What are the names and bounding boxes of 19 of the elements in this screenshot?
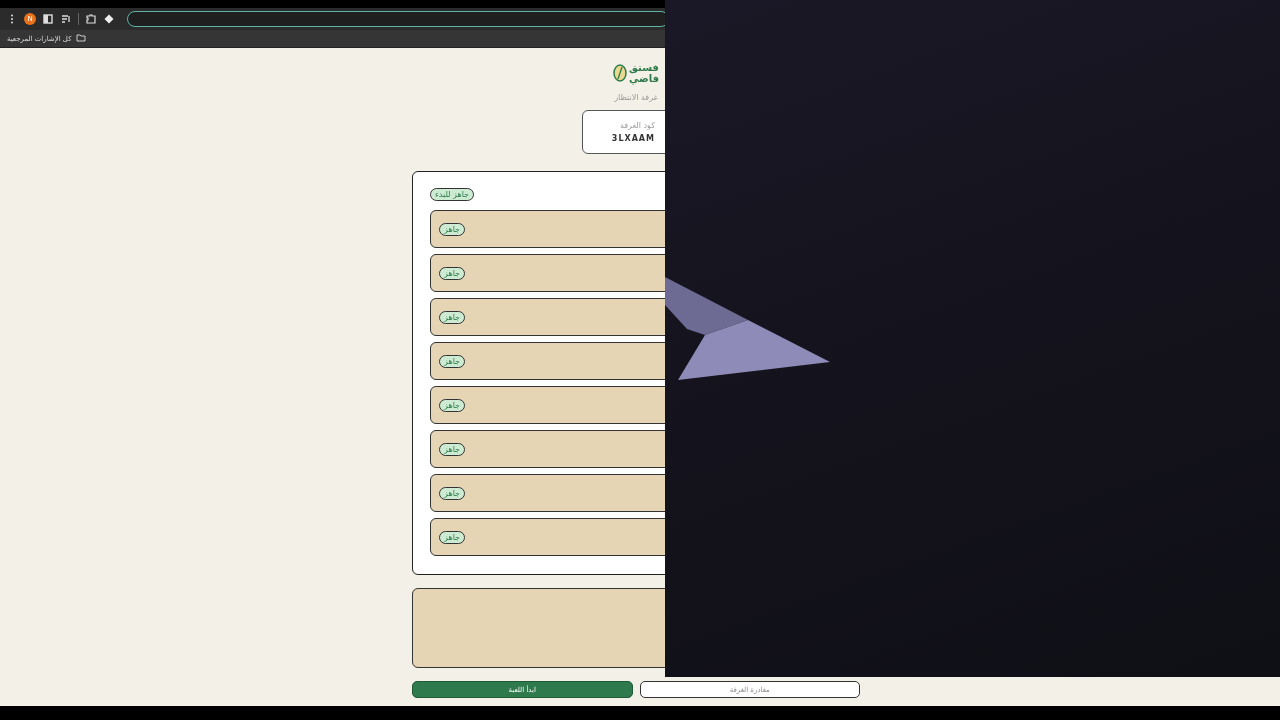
sidebar-icon[interactable]	[42, 13, 54, 25]
status-badge: جاهز للبدء	[430, 188, 475, 201]
page-title: غرفة الانتظار	[614, 93, 658, 102]
ready-badge: جاهز	[439, 222, 465, 236]
ready-badge: جاهز	[439, 442, 465, 456]
ready-badge: جاهز	[439, 354, 465, 368]
media-icon[interactable]	[60, 13, 72, 25]
room-code-label: كود الغرفة	[618, 121, 655, 130]
folder-icon	[75, 33, 86, 42]
pistachio-icon	[612, 64, 627, 82]
ready-badge: جاهز	[439, 398, 465, 412]
logo-text: فستق فاضي	[628, 62, 660, 84]
ready-badge: جاهز	[439, 310, 465, 324]
room-code-value: 3LXAAM	[611, 134, 655, 143]
ready-badge: جاهز	[439, 266, 465, 280]
puzzle-icon[interactable]	[85, 13, 97, 25]
diamond-icon[interactable]	[103, 13, 115, 25]
ready-badge: جاهز	[439, 486, 465, 500]
ready-badge: جاهز	[439, 530, 465, 544]
